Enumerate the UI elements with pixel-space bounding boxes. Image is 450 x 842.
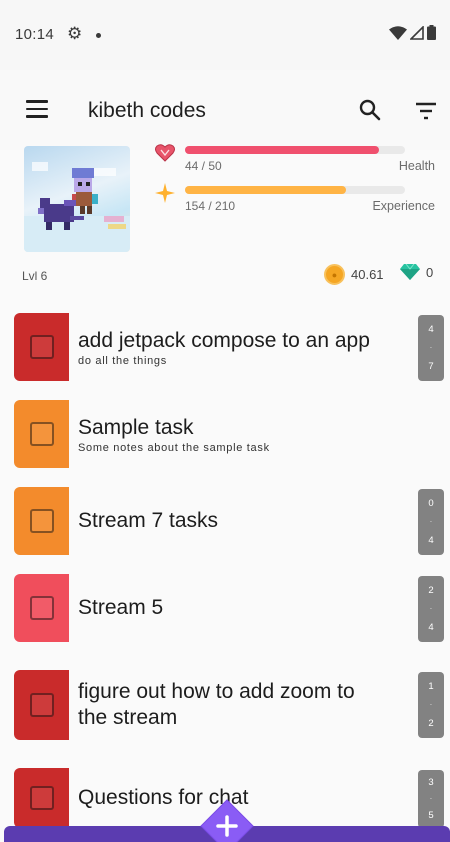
filter-icon[interactable] [414, 102, 438, 120]
experience-label: Experience [372, 199, 435, 213]
counter-total: 4 [428, 622, 434, 633]
task-content[interactable]: figure out how to add zoom to the stream [69, 670, 389, 740]
task-checkbox[interactable] [29, 693, 54, 717]
user-header: 44 / 50 Health 154 / 210 Experience Lvl … [0, 140, 450, 290]
task-checkbox[interactable] [29, 596, 54, 620]
search-icon[interactable] [358, 98, 382, 122]
star-icon [155, 183, 175, 203]
add-task-button[interactable] [199, 798, 255, 842]
counter-completed: 2 [428, 585, 434, 596]
status-bar: 10:14 ⚙ [0, 0, 450, 70]
task-checkbox-area[interactable] [14, 768, 69, 828]
task-title: Sample task [78, 415, 194, 439]
checklist-counter[interactable]: 2 · 4 [418, 576, 444, 642]
gem-icon [400, 264, 420, 280]
battery-icon [427, 25, 436, 40]
task-checkbox[interactable] [29, 335, 54, 359]
checklist-counter[interactable]: 4 · 7 [418, 315, 444, 381]
checklist-counter[interactable]: 1 · 2 [418, 672, 444, 738]
page-title: kibeth codes [88, 99, 206, 122]
app-bar: kibeth codes [0, 70, 450, 150]
task-checkbox-area[interactable] [14, 400, 69, 468]
task-title: Stream 5 [78, 596, 164, 619]
screen: 10:14 ⚙ kibeth codes 44 / 50 Health 154 … [0, 0, 450, 842]
status-time: 10:14 [15, 26, 55, 43]
health-bar: 44 / 50 Health [150, 144, 440, 178]
task-checkbox-area[interactable] [14, 670, 69, 740]
task-content[interactable]: Stream 7 tasks [69, 487, 389, 555]
task-notes: do all the things [78, 354, 167, 367]
gem-balance: 0 [400, 264, 433, 280]
counter-completed: 4 [428, 324, 434, 335]
counter-total: 4 [428, 535, 434, 546]
heart-icon [155, 144, 175, 162]
settings-icon: ⚙ [67, 24, 83, 43]
task-checkbox[interactable] [29, 422, 54, 446]
experience-value: 154 / 210 [185, 199, 236, 213]
gold-value: 40.61 [351, 267, 384, 282]
experience-fill [185, 186, 347, 194]
counter-total: 7 [428, 361, 434, 372]
task-content[interactable]: add jetpack compose to an app do all the… [69, 313, 389, 381]
health-fill [185, 146, 379, 154]
task-title: Stream 7 tasks [78, 509, 219, 532]
health-track [185, 146, 405, 154]
wifi-icon [389, 25, 407, 40]
menu-icon[interactable] [26, 100, 48, 118]
avatar-image [24, 162, 130, 252]
task-item[interactable]: Stream 7 tasks 0 · 4 [14, 487, 446, 555]
task-content[interactable]: Stream 5 [69, 574, 389, 642]
task-item[interactable]: Sample task Some notes about the sample … [14, 400, 446, 468]
task-content[interactable]: Sample task Some notes about the sample … [69, 400, 389, 468]
signal-icon [410, 25, 424, 40]
task-checkbox-area[interactable] [14, 574, 69, 642]
counter-separator: · [429, 700, 433, 709]
counter-completed: 3 [428, 777, 434, 788]
task-checkbox[interactable] [29, 786, 54, 810]
gold-icon: ● [324, 264, 345, 285]
counter-separator: · [429, 343, 433, 352]
task-title: add jetpack compose to an app [78, 328, 370, 352]
task-checkbox-area[interactable] [14, 487, 69, 555]
gold-balance: ● 40.61 [324, 264, 384, 285]
counter-completed: 1 [428, 681, 434, 692]
counter-completed: 0 [428, 498, 434, 509]
status-icons [389, 25, 436, 40]
level-label: Lvl 6 [22, 269, 48, 283]
counter-separator: · [429, 604, 433, 613]
task-item[interactable]: Stream 5 2 · 4 [14, 574, 446, 642]
counter-total: 5 [428, 810, 434, 821]
notification-dot-icon [96, 33, 101, 38]
checklist-counter[interactable]: 0 · 4 [418, 489, 444, 555]
task-notes: Some notes about the sample task [78, 441, 270, 454]
task-item[interactable]: figure out how to add zoom to the stream… [14, 670, 446, 740]
gem-value: 0 [426, 264, 434, 280]
experience-track [185, 186, 405, 194]
counter-separator: · [429, 517, 433, 526]
task-title: figure out how to add zoom to the stream [78, 680, 355, 729]
counter-separator: · [429, 794, 433, 803]
experience-bar: 154 / 210 Experience [150, 183, 440, 218]
avatar[interactable] [24, 146, 130, 252]
checklist-counter[interactable]: 3 · 5 [418, 770, 444, 828]
task-item[interactable]: add jetpack compose to an app do all the… [14, 313, 446, 381]
health-label: Health [398, 159, 435, 173]
counter-total: 2 [428, 718, 434, 729]
task-checkbox[interactable] [29, 509, 54, 533]
task-checkbox-area[interactable] [14, 313, 69, 381]
health-value: 44 / 50 [185, 159, 222, 173]
